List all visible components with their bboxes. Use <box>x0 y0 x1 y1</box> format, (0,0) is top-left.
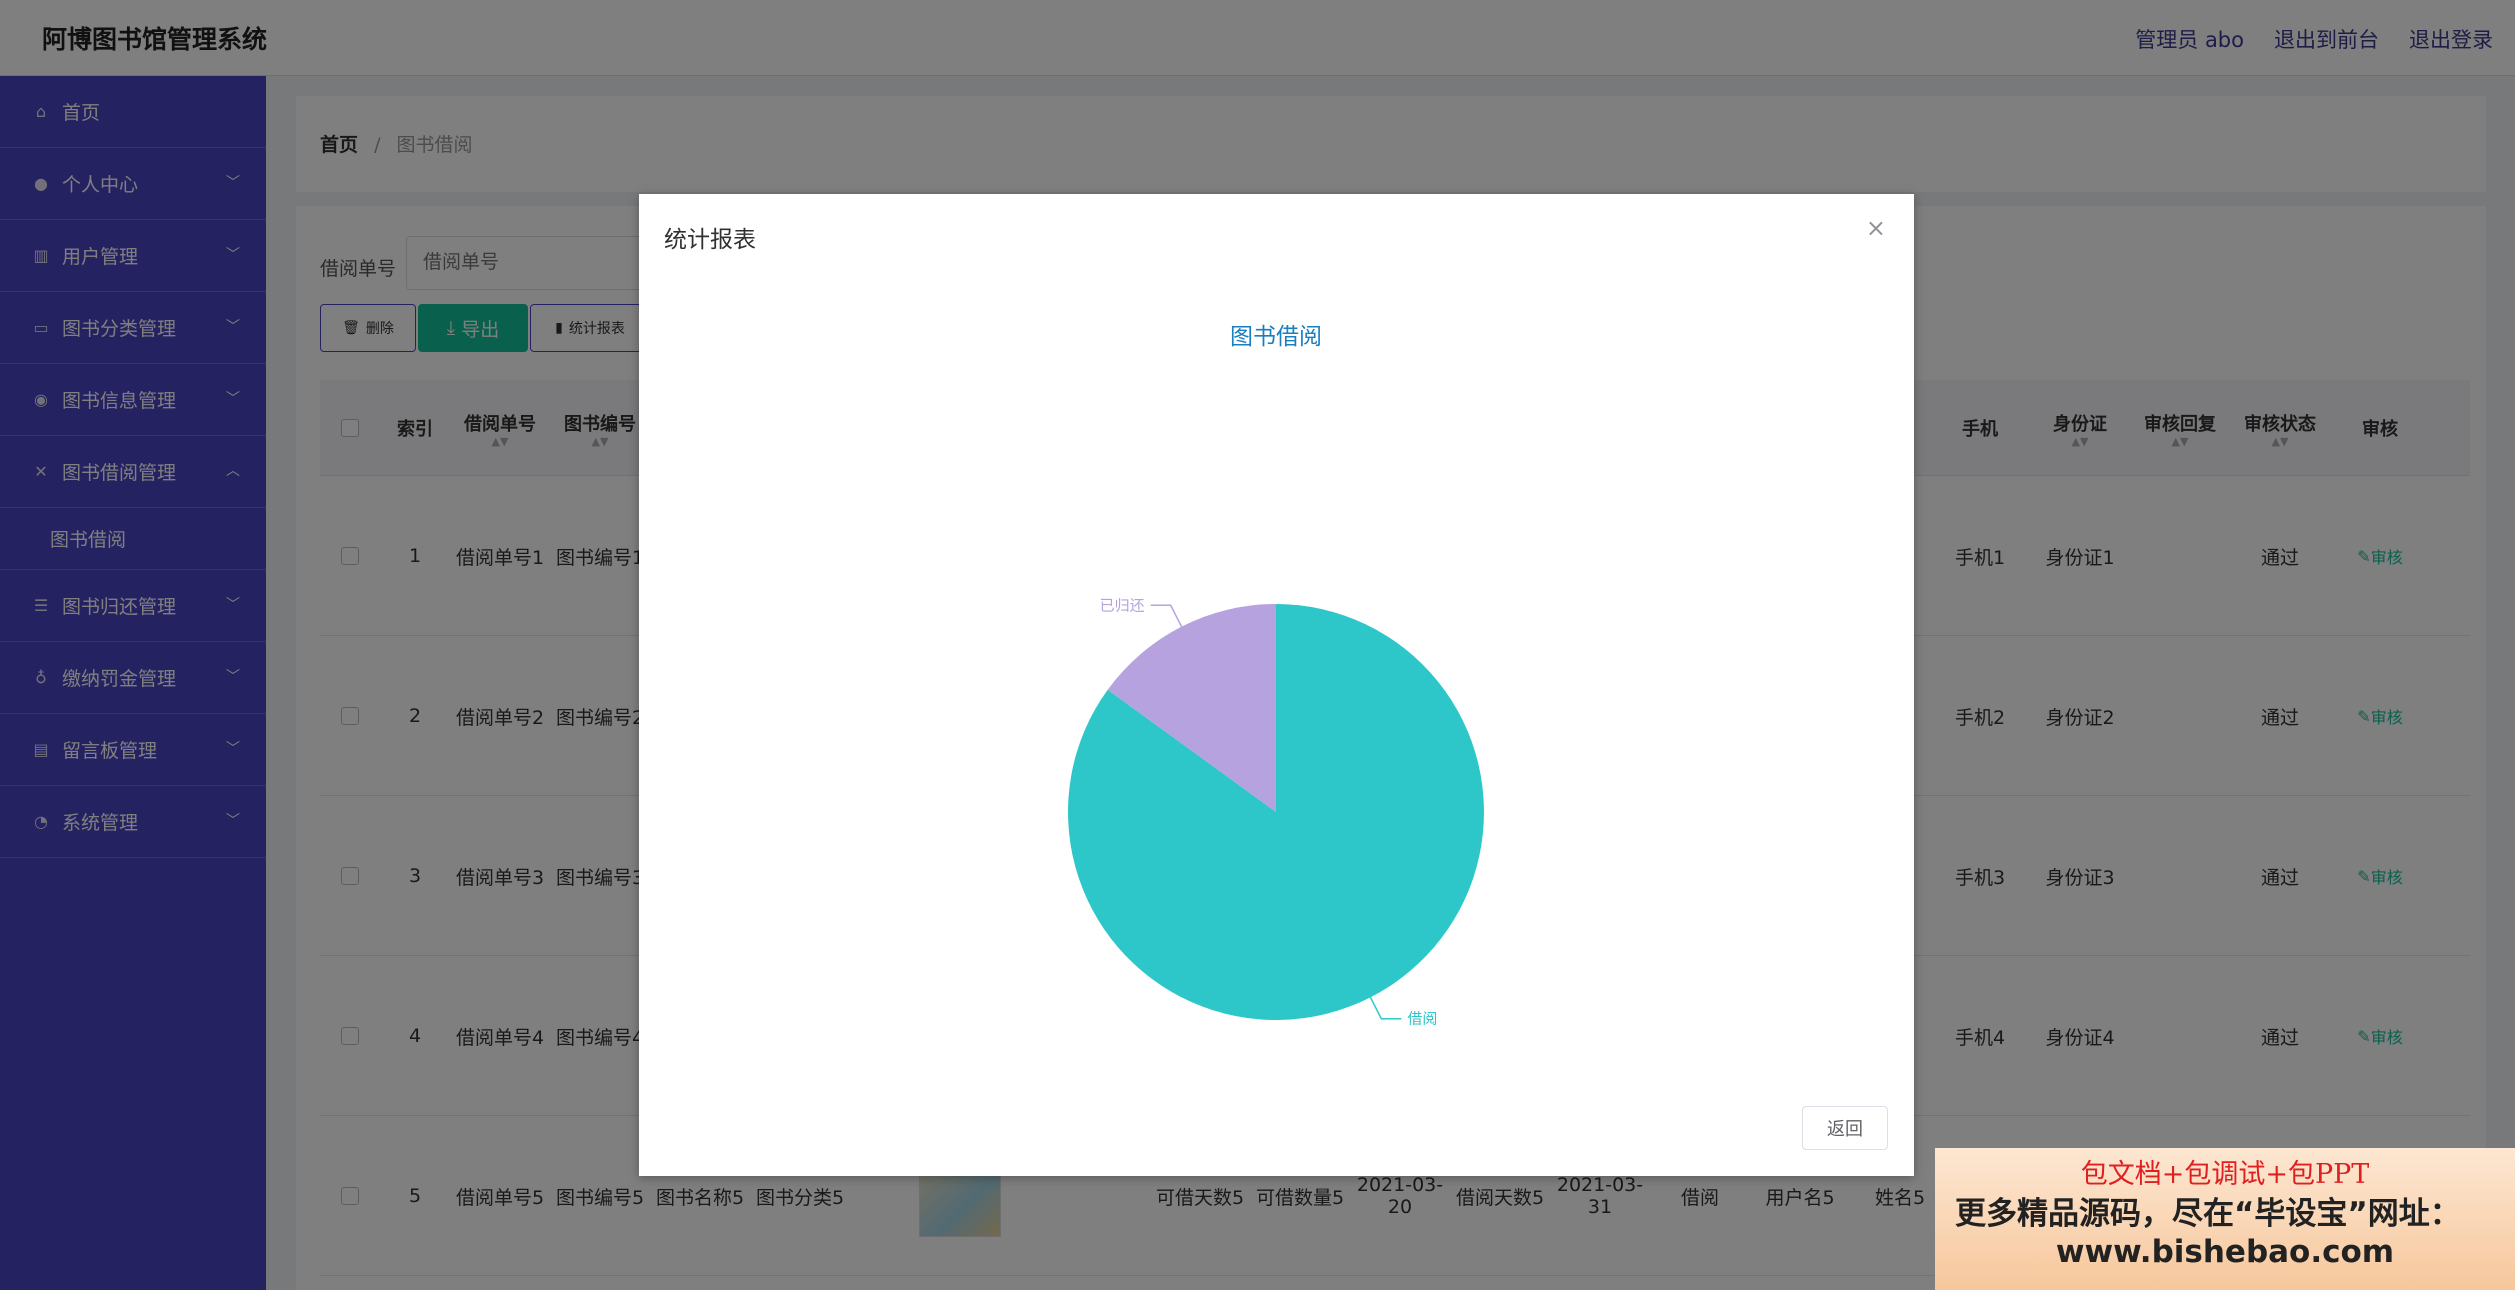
slice-label-1: 已归还 <box>1100 596 1145 614</box>
dialog-title: 统计报表 <box>664 227 756 253</box>
label-line-0 <box>1369 996 1402 1020</box>
close-icon[interactable]: × <box>1866 214 1886 242</box>
ad-line3: www.bishebao.com <box>2055 1234 2395 1270</box>
ad-line2: 更多精品源码，尽在“毕设宝”网址： <box>1955 1196 2461 1232</box>
return-button[interactable]: 返回 <box>1802 1106 1888 1150</box>
pie-chart: 图书借阅 借阅 已归还 <box>1068 324 1484 1028</box>
label-line-1 <box>1150 604 1183 628</box>
report-dialog: 统计报表 × 图书借阅 借阅 已归还 返回 <box>639 194 1914 1176</box>
chart-title: 图书借阅 <box>1230 324 1322 350</box>
slice-label-0: 借阅 <box>1407 1010 1437 1028</box>
ad-line1: 包文档+包调试+包PPT <box>2080 1159 2370 1190</box>
watermark-ad: 包文档+包调试+包PPT 更多精品源码，尽在“毕设宝”网址： www.bishe… <box>1935 1148 2515 1290</box>
